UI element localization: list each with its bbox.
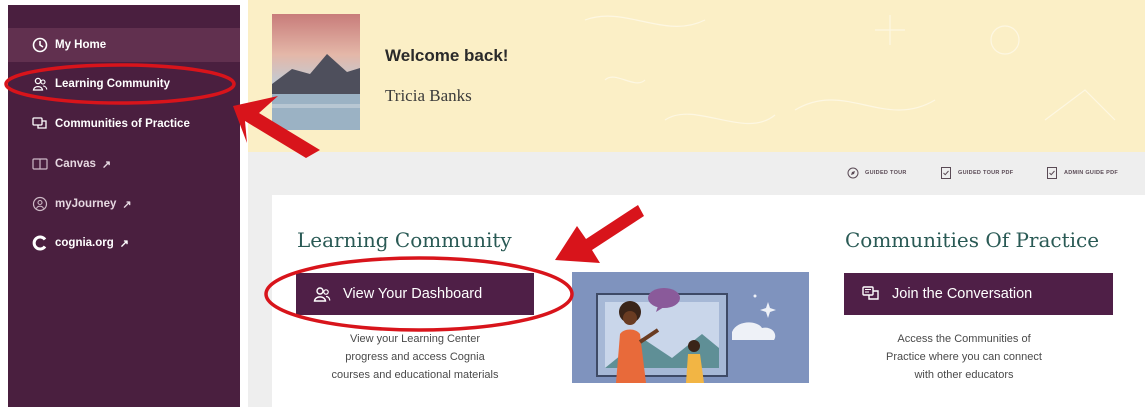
- sidebar-item-label: My Home: [55, 39, 107, 51]
- avatar: [272, 14, 360, 130]
- learning-community-title: Learning Community: [297, 228, 512, 252]
- sidebar-item-learning-community[interactable]: Learning Community: [8, 67, 240, 101]
- sidebar-item-cognia-org[interactable]: cognia.org ↗: [8, 226, 240, 260]
- description-line: Access the Communities of: [897, 333, 1031, 345]
- description-line: View your Learning Center: [349, 333, 481, 345]
- guided-tour-pdf-link[interactable]: GUIDED TOUR PDF: [940, 166, 1013, 180]
- description-line: progress and access Cognia: [345, 351, 485, 363]
- sidebar-item-label: Canvas: [55, 158, 96, 170]
- description-line: courses and educational materials: [331, 369, 499, 381]
- toolbar-label: GUIDED TOUR: [865, 170, 907, 176]
- pdf-doc-icon: [1046, 167, 1058, 179]
- chat-bubbles-icon: [32, 116, 48, 132]
- sidebar-item-label: Learning Community: [55, 78, 171, 90]
- journey-icon: [32, 196, 48, 212]
- sidebar-item-communities-of-practice[interactable]: Communities of Practice: [8, 107, 240, 141]
- communities-of-practice-description: Access the Communities of Practice where…: [844, 330, 1084, 384]
- admin-guide-pdf-link[interactable]: ADMIN GUIDE PDF: [1046, 166, 1118, 180]
- button-label: Join the Conversation: [892, 286, 1033, 302]
- sidebar-item-label: Communities of Practice: [55, 118, 190, 130]
- external-link-icon: ↗: [122, 198, 132, 211]
- communities-of-practice-title: Communities Of Practice: [845, 228, 1100, 252]
- teacher-illustration: [572, 272, 809, 383]
- sidebar-divider: [240, 0, 248, 407]
- external-link-icon: ↗: [119, 237, 129, 250]
- welcome-banner: [248, 0, 1145, 152]
- description-line: with other educators: [914, 369, 1014, 381]
- external-link-icon: ↗: [101, 158, 112, 171]
- sidebar-item-label: myJourney: [55, 198, 117, 210]
- sidebar-item-myjourney[interactable]: myJourney ↗: [8, 187, 240, 221]
- welcome-title: Welcome back!: [385, 46, 509, 65]
- sidebar-nav: My Home Learning Community Communities o…: [8, 5, 240, 407]
- chat-bubbles-icon: [862, 285, 880, 303]
- user-name: Tricia Banks: [385, 86, 472, 105]
- join-conversation-button[interactable]: Join the Conversation: [844, 273, 1113, 315]
- pdf-doc-icon: [940, 167, 952, 179]
- sidebar-item-canvas[interactable]: Canvas ↗: [8, 147, 240, 181]
- book-icon: [32, 156, 48, 172]
- learning-community-description: View your Learning Center progress and a…: [300, 330, 530, 384]
- home-dial-icon: [32, 37, 48, 53]
- toolbar-label: GUIDED TOUR PDF: [958, 170, 1014, 176]
- cognia-logo-icon: [32, 235, 48, 251]
- button-label: View Your Dashboard: [343, 286, 483, 302]
- description-line: Practice where you can connect: [886, 351, 1042, 363]
- sidebar-item-label: cognia.org: [55, 237, 114, 249]
- people-icon: [313, 285, 331, 303]
- people-icon: [32, 76, 48, 92]
- banner-doodle-pattern: [584, 15, 1116, 125]
- sidebar-item-my-home[interactable]: My Home: [8, 28, 240, 62]
- guided-tour-link[interactable]: GUIDED TOUR: [847, 166, 907, 180]
- toolbar-label: ADMIN GUIDE PDF: [1064, 170, 1118, 176]
- view-dashboard-button[interactable]: View Your Dashboard: [296, 273, 534, 315]
- compass-icon: [847, 167, 859, 179]
